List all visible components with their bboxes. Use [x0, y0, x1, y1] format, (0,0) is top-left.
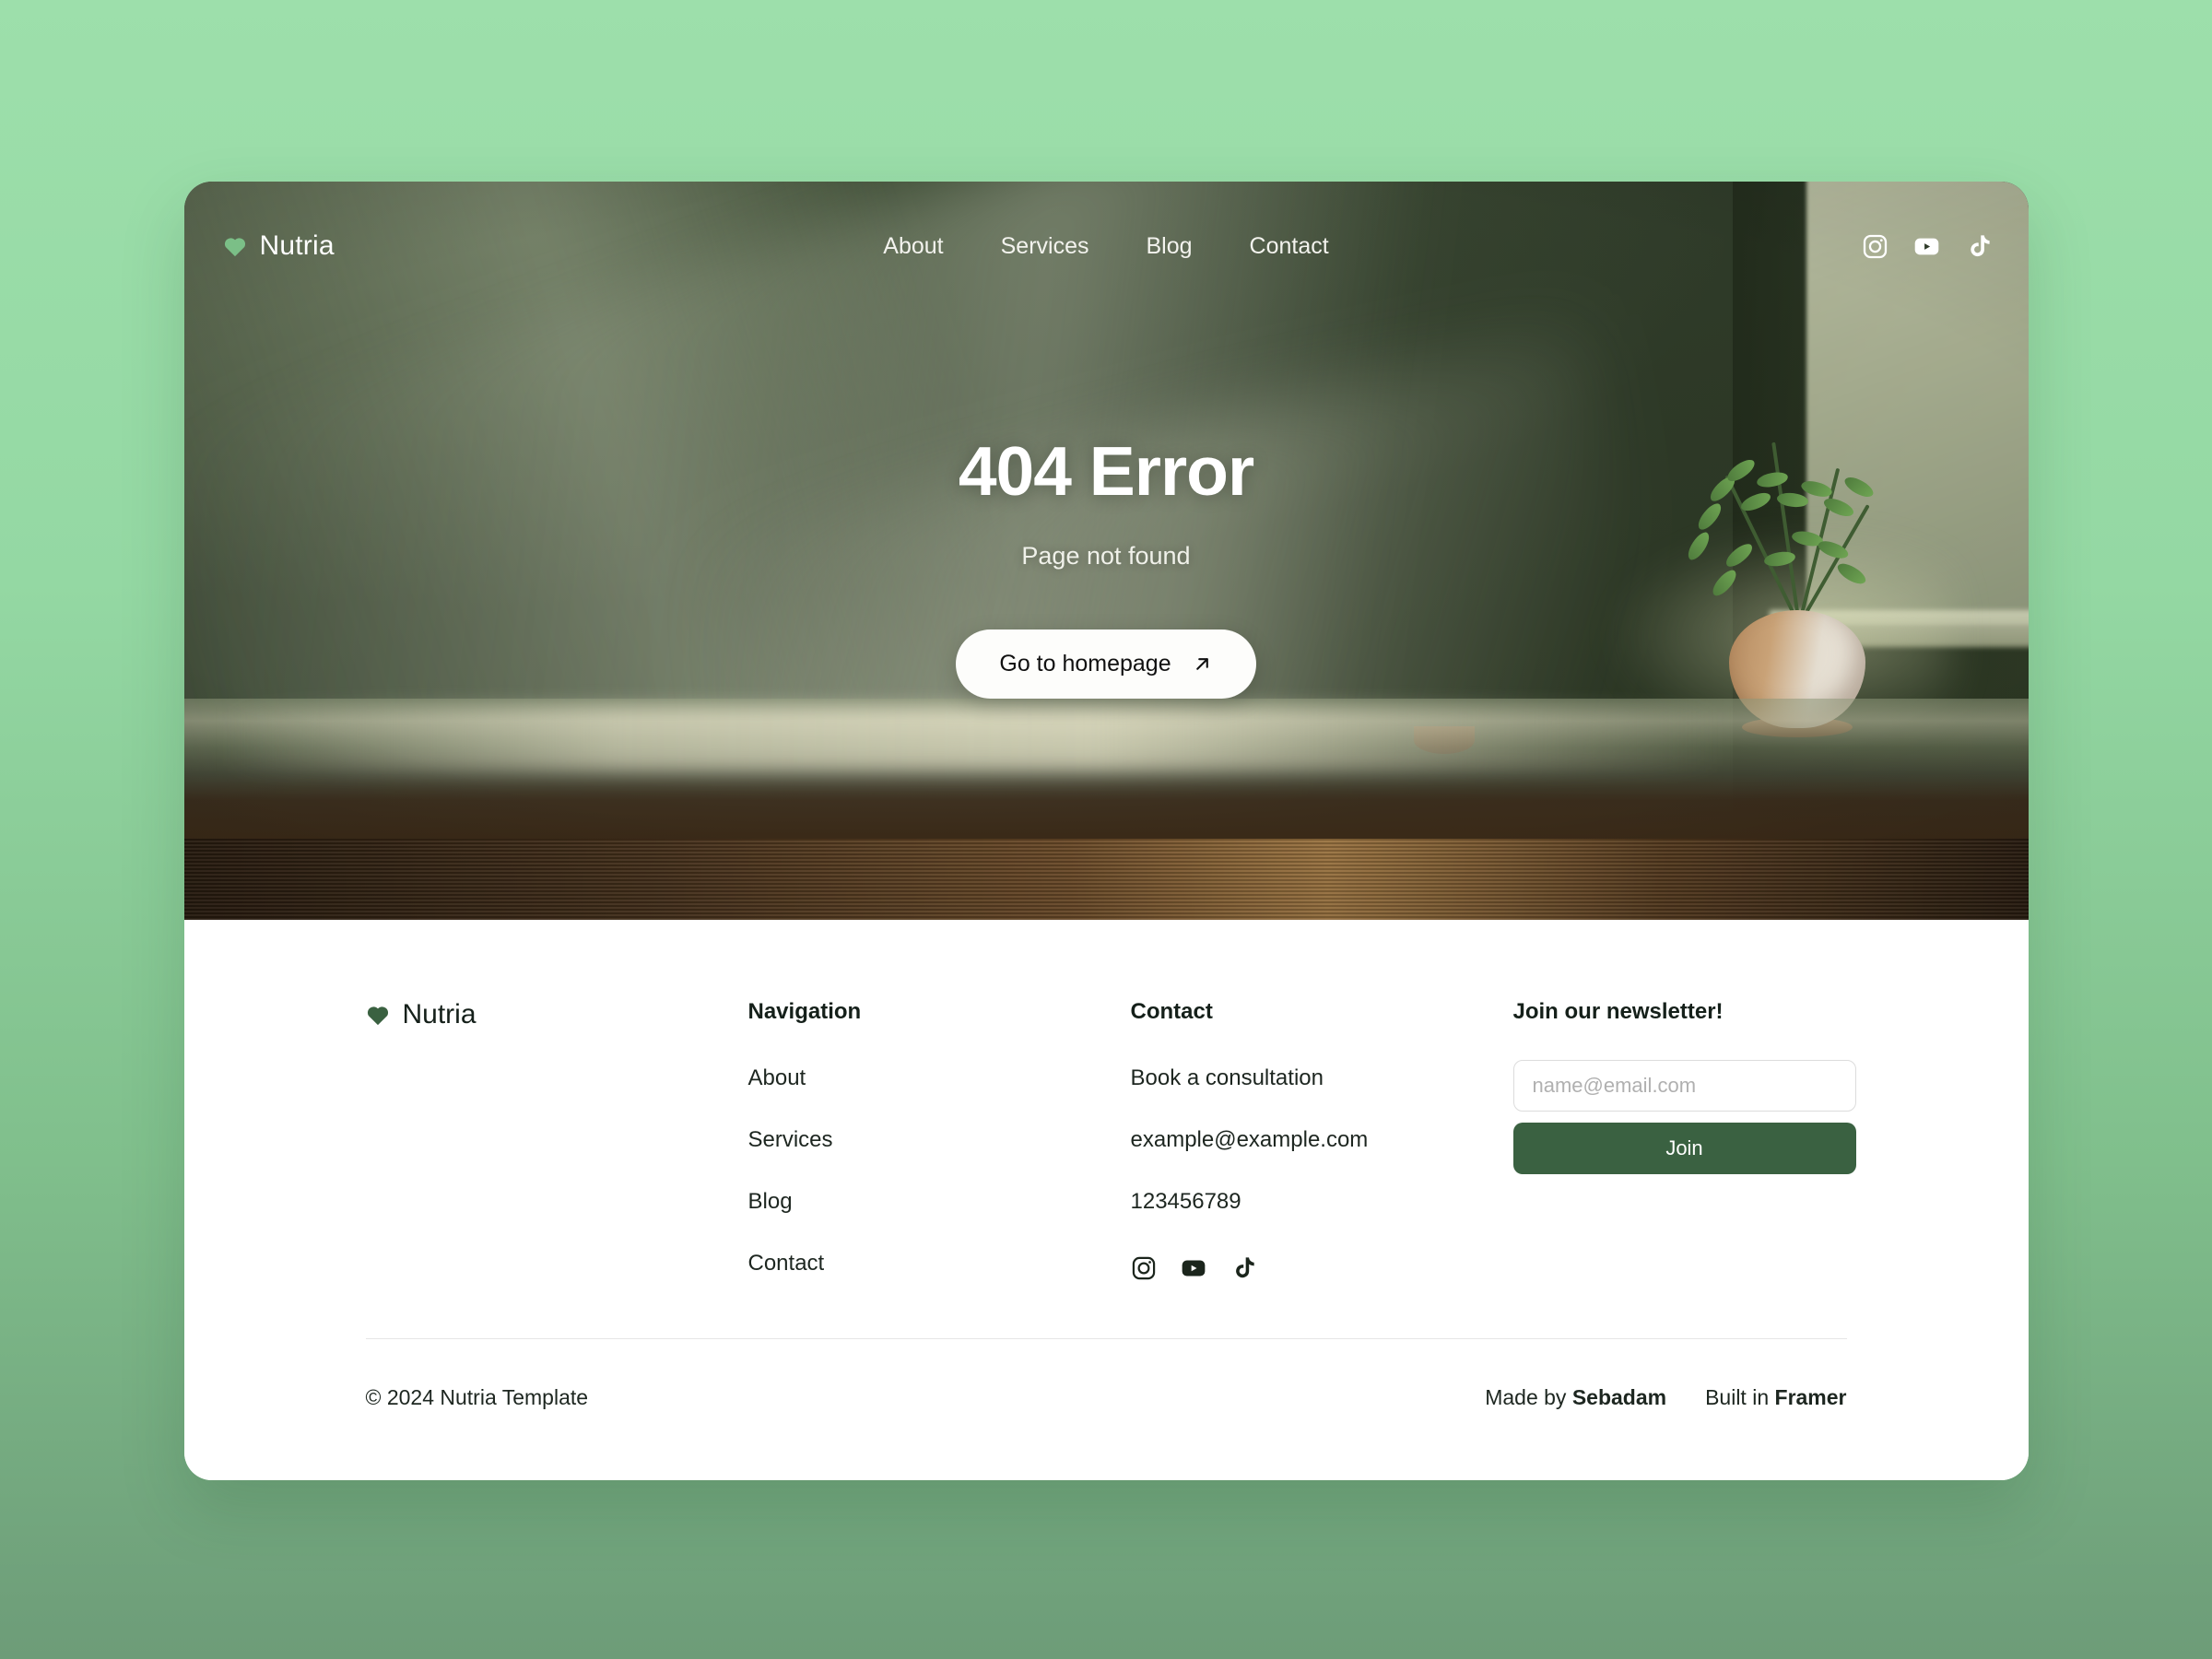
footer-link-services[interactable]: Services — [748, 1127, 1131, 1153]
footer-link-blog[interactable]: Blog — [748, 1189, 1131, 1215]
footer-logo-text: Nutria — [402, 999, 477, 1030]
newsletter-join-button[interactable]: Join — [1512, 1123, 1856, 1174]
nav-links: About Services Blog Contact — [883, 233, 1328, 260]
newsletter-title: Join our newsletter! — [1512, 999, 1724, 1024]
go-to-homepage-label: Go to homepage — [999, 650, 1171, 677]
navbar: Nutria About Services Blog Contact — [184, 182, 2029, 311]
made-by-credit: Made by Sebadam — [1485, 1385, 1666, 1410]
go-to-homepage-button[interactable]: Go to homepage — [956, 629, 1256, 699]
hero-section: Nutria About Services Blog Contact 404 E… — [183, 182, 2029, 920]
error-title: 404 Error — [958, 431, 1254, 510]
youtube-icon[interactable] — [1181, 1255, 1206, 1281]
footer-navigation-column: Navigation About Services Blog Contact — [748, 999, 1131, 1277]
footer-navigation-title: Navigation — [747, 999, 862, 1024]
footer-divider — [365, 1338, 1847, 1339]
made-by-name[interactable]: Sebadam — [1572, 1385, 1666, 1409]
nav-link-about[interactable]: About — [883, 233, 943, 260]
tiktok-icon[interactable] — [1230, 1255, 1256, 1281]
logo[interactable]: Nutria — [223, 230, 335, 262]
built-in-prefix: Built in — [1705, 1385, 1775, 1409]
footer-social-links — [1131, 1255, 1513, 1281]
newsletter-email-input[interactable] — [1512, 1060, 1856, 1112]
tiktok-icon[interactable] — [1965, 233, 1992, 260]
nav-social-links — [1862, 233, 1992, 260]
instagram-icon[interactable] — [1131, 1255, 1157, 1281]
footer-brand-column: Nutria — [366, 999, 748, 1030]
footer-link-contact[interactable]: Contact — [748, 1251, 1131, 1277]
youtube-icon[interactable] — [1913, 233, 1940, 260]
nav-link-blog[interactable]: Blog — [1147, 233, 1193, 260]
heart-icon — [224, 238, 245, 257]
footer-contact-title: Contact — [1130, 999, 1213, 1024]
footer-link-book-consultation[interactable]: Book a consultation — [1131, 1065, 1513, 1091]
footer-contact-column: Contact Book a consultation example@exam… — [1131, 999, 1513, 1281]
nav-link-contact[interactable]: Contact — [1250, 233, 1329, 260]
error-subtitle: Page not found — [1021, 541, 1191, 570]
arrow-up-right-icon — [1195, 657, 1208, 670]
instagram-icon[interactable] — [1862, 233, 1888, 260]
built-in-name[interactable]: Framer — [1775, 1385, 1847, 1409]
logo-text: Nutria — [259, 230, 335, 261]
footer-link-email[interactable]: example@example.com — [1131, 1127, 1513, 1153]
footer-credits: Made by Sebadam Built in Framer — [1485, 1385, 1846, 1410]
footer: Nutria Navigation About Services Blog Co… — [183, 920, 2029, 1480]
footer-logo[interactable]: Nutria — [366, 999, 748, 1030]
nav-link-services[interactable]: Services — [1001, 233, 1089, 260]
footer-newsletter-column: Join our newsletter! Join — [1512, 999, 1856, 1174]
footer-bottom-bar: © 2024 Nutria Template Made by Sebadam B… — [366, 1385, 1847, 1410]
heart-icon — [367, 1006, 388, 1026]
made-by-prefix: Made by — [1485, 1385, 1572, 1409]
footer-link-phone[interactable]: 123456789 — [1131, 1189, 1513, 1215]
page-card: Nutria About Services Blog Contact 404 E… — [183, 182, 2029, 1480]
copyright-text: © 2024 Nutria Template — [365, 1385, 589, 1409]
built-in-credit: Built in Framer — [1705, 1385, 1846, 1410]
footer-link-about[interactable]: About — [748, 1065, 1131, 1091]
footer-columns: Nutria Navigation About Services Blog Co… — [223, 999, 1990, 1281]
